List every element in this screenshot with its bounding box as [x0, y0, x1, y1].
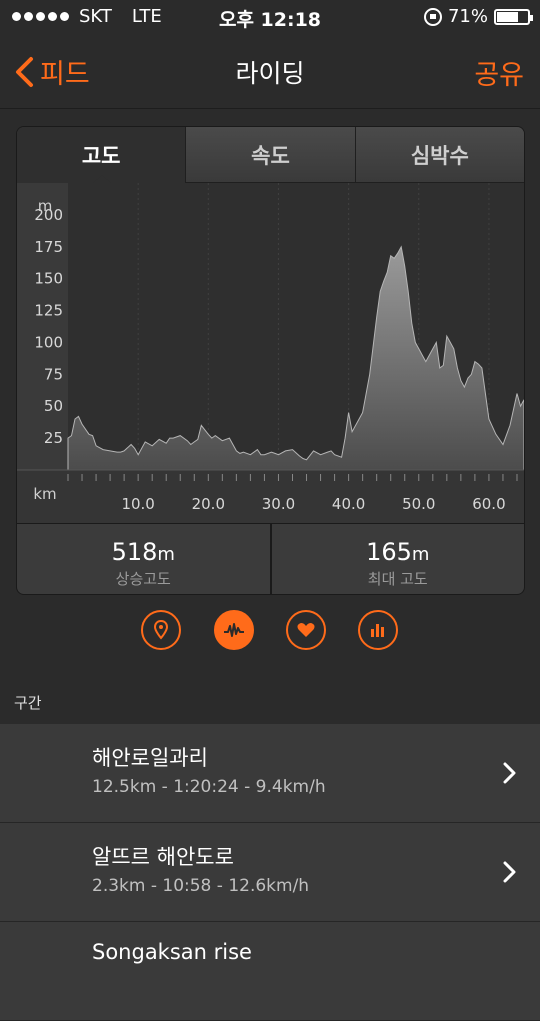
stat-ascent-value: 518 [111, 538, 158, 566]
heart-rate-button[interactable] [286, 610, 326, 650]
segment-row[interactable]: Songaksan rise [0, 922, 540, 1021]
stat-max-unit: m [411, 544, 430, 565]
bar-chart-icon [371, 624, 384, 637]
share-button[interactable]: 공유 [474, 53, 524, 92]
stat-max-value-wrap: 165m [272, 538, 525, 566]
view-mode-icons [0, 608, 540, 652]
x-tick-label: 20.0 [192, 495, 225, 513]
status-right: 71% [423, 6, 533, 27]
x-tick-label: 10.0 [121, 495, 154, 513]
x-tick-label: 40.0 [332, 495, 365, 513]
map-pin-icon [153, 620, 169, 640]
activity-graph-button[interactable] [214, 610, 254, 650]
nav-bar: 피드 라이딩 공유 [0, 36, 540, 109]
x-tick-label: 60.0 [472, 495, 505, 513]
y-tick-label: 150 [34, 270, 63, 288]
y-axis-panel [17, 183, 68, 470]
segment-name: Songaksan rise [92, 940, 252, 964]
map-pin-button[interactable] [141, 610, 181, 650]
stat-ascent-unit: m [157, 544, 175, 565]
summary-stats: 518m 상승고도 165m 최대 고도 [17, 523, 525, 594]
stat-ascent-value-wrap: 518m [17, 538, 270, 566]
x-tick-label: 30.0 [262, 495, 295, 513]
tab-speed[interactable]: 속도 [186, 127, 356, 183]
segment-list: 해안로일과리 12.5km - 1:20:24 - 9.4km/h 알뜨르 해안… [0, 724, 540, 1021]
y-tick-label: 175 [34, 238, 63, 256]
y-tick-label: 50 [44, 397, 63, 415]
chevron-right-icon [503, 762, 516, 784]
y-tick-label: 25 [44, 429, 63, 447]
y-tick-label: 125 [34, 302, 63, 320]
battery-percent: 71% [447, 6, 488, 27]
y-tick-label: 75 [44, 365, 63, 383]
stat-ascent-label: 상승고도 [115, 570, 171, 588]
y-tick-label: 200 [34, 206, 63, 224]
status-bar: SKT LTE 오후 12:18 71% [0, 0, 540, 36]
heart-icon [297, 622, 315, 637]
tab-heart-rate[interactable]: 심박수 [355, 127, 524, 183]
segment-name: 알뜨르 해안도로 [92, 845, 234, 869]
stat-ascent: 518m 상승고도 [17, 524, 272, 594]
stat-max-label: 최대 고도 [367, 570, 428, 588]
stat-max-elevation: 165m 최대 고도 [272, 524, 525, 594]
rotation-lock-icon [423, 7, 442, 26]
battery-icon [494, 8, 533, 25]
segment-name: 해안로일과리 [92, 746, 208, 770]
chevron-right-icon [503, 861, 516, 883]
segment-meta: 12.5km - 1:20:24 - 9.4km/h [92, 777, 326, 797]
elevation-chart[interactable]: m 25 50 75 100 125 150 175 200 km 10.0 20.0 30.0 40.0… [17, 183, 524, 523]
x-tick-label: 50.0 [402, 495, 435, 513]
battery-fill [497, 11, 519, 22]
segment-meta: 2.3km - 10:58 - 12.6km/h [92, 876, 310, 896]
stat-max-value: 165 [366, 538, 412, 566]
elevation-chart-svg: m255075100125150175200km10.0 20.0 30.0 40.0… [17, 183, 524, 523]
bar-chart-button[interactable] [358, 610, 398, 650]
segment-row[interactable]: 알뜨르 해안도로 2.3km - 10:58 - 12.6km/h [0, 823, 540, 922]
x-axis-unit: km [33, 485, 56, 503]
y-tick-label: 100 [34, 333, 63, 351]
elevation-card: 고도 속도 심박수 m 25 50 75 100 125 150 175 200 km 10.0 20… [16, 126, 525, 595]
elevation-area [67, 245, 524, 471]
activity-graph-icon [224, 623, 244, 637]
page-title: 라이딩 [235, 59, 305, 88]
section-label: 구간 [14, 694, 42, 712]
segment-row[interactable]: 해안로일과리 12.5km - 1:20:24 - 9.4km/h [0, 724, 540, 823]
